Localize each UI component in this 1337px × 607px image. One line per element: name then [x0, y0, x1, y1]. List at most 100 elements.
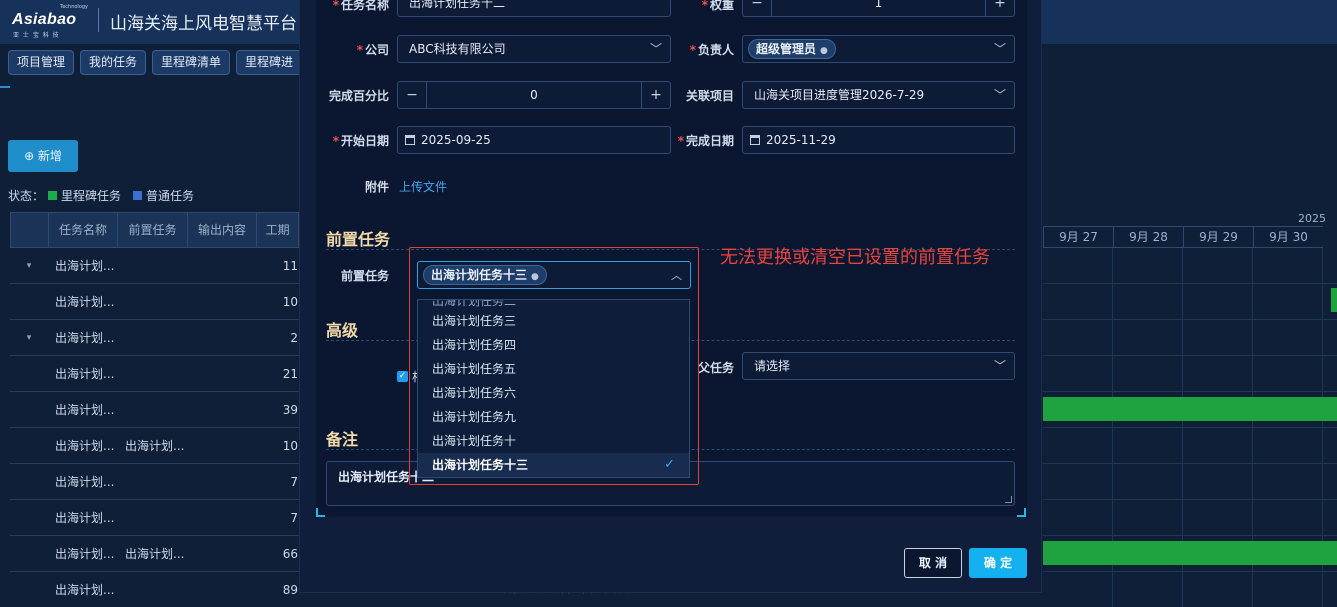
- chevron-down-icon: ﹀: [993, 88, 1006, 102]
- task-grid: 任务名称 前置任务 输出内容 工期 ▾ 出海计划... 11 出海计划... 10 ▾ 出海…: [10, 212, 300, 607]
- end-date-value: 2025-11-29: [766, 133, 836, 147]
- tab-milestone-progress[interactable]: 里程碑进: [236, 50, 303, 75]
- status-legend: 状态： 里程碑任务 普通任务: [8, 187, 194, 204]
- table-row[interactable]: 出海计划... 89: [10, 572, 300, 607]
- gantt-header: 9月 27 9月 28 9月 29 9月 30: [1043, 226, 1323, 248]
- gantt-year: 2025: [1298, 212, 1326, 225]
- upload-file-link[interactable]: 上传文件: [399, 178, 447, 195]
- annotation-highlight-box: [409, 247, 699, 485]
- table-row[interactable]: 出海计划... 21: [10, 356, 300, 392]
- gantt-bar[interactable]: [1043, 541, 1337, 565]
- duration-cell: 66: [282, 546, 298, 561]
- duration-cell: 21: [282, 366, 298, 381]
- duration-cell: 7: [290, 510, 298, 525]
- weight-value[interactable]: 1: [771, 0, 986, 16]
- gantt-bar[interactable]: [1043, 397, 1337, 421]
- table-row[interactable]: ▾ 出海计划... 2: [10, 320, 300, 356]
- end-date-label: * 完成日期: [677, 134, 734, 148]
- table-row[interactable]: ▾ 出海计划... 11: [10, 248, 300, 284]
- gantt-day: 9月 27: [1043, 227, 1113, 247]
- section-pre-task: 前置任务: [326, 230, 391, 249]
- milestone-swatch: [48, 191, 58, 200]
- pre-task-cell: 出海计划...: [125, 439, 185, 453]
- logo-tech: Technology: [60, 4, 89, 10]
- percent-stepper: − 0 +: [397, 81, 671, 109]
- tab-milestone-list[interactable]: 里程碑清单: [152, 50, 231, 75]
- expand-icon[interactable]: ▾: [10, 261, 48, 271]
- cancel-button[interactable]: 取 消: [904, 548, 962, 578]
- percent-plus-button[interactable]: +: [642, 82, 670, 108]
- duration-cell: 10: [282, 294, 298, 309]
- task-name-cell: 出海计划...: [55, 259, 115, 273]
- project-value: 山海关项目进度管理2026-7-29: [754, 88, 925, 102]
- tab-project-management[interactable]: 项目管理: [8, 50, 75, 75]
- task-name-cell: 出海计划...: [55, 295, 115, 309]
- calendar-icon: [405, 135, 415, 145]
- grid-header-duration[interactable]: 工期: [257, 213, 299, 247]
- duration-cell: 11: [282, 258, 298, 273]
- table-row[interactable]: 出海计划... 7: [10, 500, 300, 536]
- grid-header-output[interactable]: 输出内容: [188, 213, 258, 247]
- duration-cell: 10: [282, 438, 298, 453]
- confirm-button[interactable]: 确 定: [969, 548, 1027, 578]
- annotation-text: 无法更换或清空已设置的前置任务: [720, 247, 990, 268]
- add-button[interactable]: ⊕ 新增: [8, 140, 78, 172]
- status-normal: 普通任务: [146, 189, 195, 203]
- grid-header-name[interactable]: 任务名称: [49, 213, 119, 247]
- start-date-input[interactable]: 2025-09-25: [397, 126, 671, 154]
- grid-header: 任务名称 前置任务 输出内容 工期: [10, 212, 300, 248]
- task-name-cell: 出海计划...: [55, 511, 115, 525]
- tab-my-tasks[interactable]: 我的任务: [80, 50, 147, 75]
- panel-corner: [1017, 508, 1026, 517]
- task-name-cell: 出海计划...: [55, 547, 115, 561]
- resize-handle-icon[interactable]: [1005, 496, 1012, 503]
- owner-select[interactable]: 超级管理员 ● ﹀: [742, 35, 1015, 63]
- end-date-input[interactable]: 2025-11-29: [742, 126, 1015, 154]
- chevron-down-icon: ﹀: [993, 42, 1006, 56]
- table-row[interactable]: 出海计划... 39: [10, 392, 300, 428]
- task-name-input[interactable]: 出海计划任务十二: [397, 0, 671, 17]
- status-milestone: 里程碑任务: [61, 189, 122, 203]
- tag-close-icon[interactable]: ●: [820, 46, 828, 56]
- gantt-day: 9月 29: [1183, 227, 1253, 247]
- owner-tag: 超级管理员 ●: [748, 39, 836, 59]
- table-row[interactable]: 出海计划... 7: [10, 464, 300, 500]
- section-remark: 备注: [326, 430, 359, 449]
- chevron-down-icon: ﹀: [649, 42, 662, 56]
- weight-minus-button[interactable]: −: [743, 0, 771, 16]
- logo-brand: Asiabao: [12, 11, 77, 28]
- app-title: 山海关海上风电智慧平台: [110, 14, 297, 34]
- percent-label: 完成百分比: [328, 89, 389, 103]
- weight-plus-button[interactable]: +: [986, 0, 1014, 16]
- company-label: * 公司: [356, 43, 389, 57]
- logo-sub: 亚 士 宝 科 技: [13, 32, 60, 39]
- pre-task-cell: 出海计划...: [125, 547, 185, 561]
- app-logo: Asiabao Technology 亚 士 宝 科 技: [12, 4, 88, 39]
- percent-value[interactable]: 0: [426, 82, 642, 108]
- grid-header-pre[interactable]: 前置任务: [118, 213, 188, 247]
- company-select[interactable]: ABC科技有限公司 ﹀: [397, 35, 671, 63]
- task-name-cell: 出海计划...: [55, 475, 115, 489]
- section-advanced: 高级: [326, 321, 359, 340]
- percent-minus-button[interactable]: −: [398, 82, 426, 108]
- table-row[interactable]: 出海计划... 出海计划... 66: [10, 536, 300, 572]
- project-select[interactable]: 山海关项目进度管理2026-7-29 ﹀: [742, 81, 1015, 109]
- parent-task-select[interactable]: 请选择 ﹀: [742, 352, 1015, 380]
- expand-icon[interactable]: ▾: [10, 333, 48, 343]
- parent-task-placeholder: 请选择: [754, 359, 791, 373]
- chevron-down-icon: ﹀: [993, 359, 1006, 373]
- duration-cell: 2: [290, 330, 298, 345]
- status-label: 状态：: [8, 189, 45, 203]
- gantt-bar[interactable]: [1331, 288, 1337, 312]
- gantt-day: 9月 28: [1113, 227, 1183, 247]
- task-name-cell: 出海计划...: [55, 331, 115, 345]
- duration-cell: 39: [282, 402, 298, 417]
- top-tabs: 项目管理 我的任务 里程碑清单 里程碑进: [8, 50, 303, 75]
- milestone-checkbox[interactable]: ✓: [397, 371, 408, 382]
- panel-corner: [316, 508, 325, 517]
- table-row[interactable]: 出海计划... 出海计划... 10: [10, 428, 300, 464]
- weight-label: * 权重: [701, 0, 734, 12]
- company-value: ABC科技有限公司: [409, 42, 506, 56]
- table-row[interactable]: 出海计划... 10: [10, 284, 300, 320]
- duration-cell: 7: [290, 474, 298, 489]
